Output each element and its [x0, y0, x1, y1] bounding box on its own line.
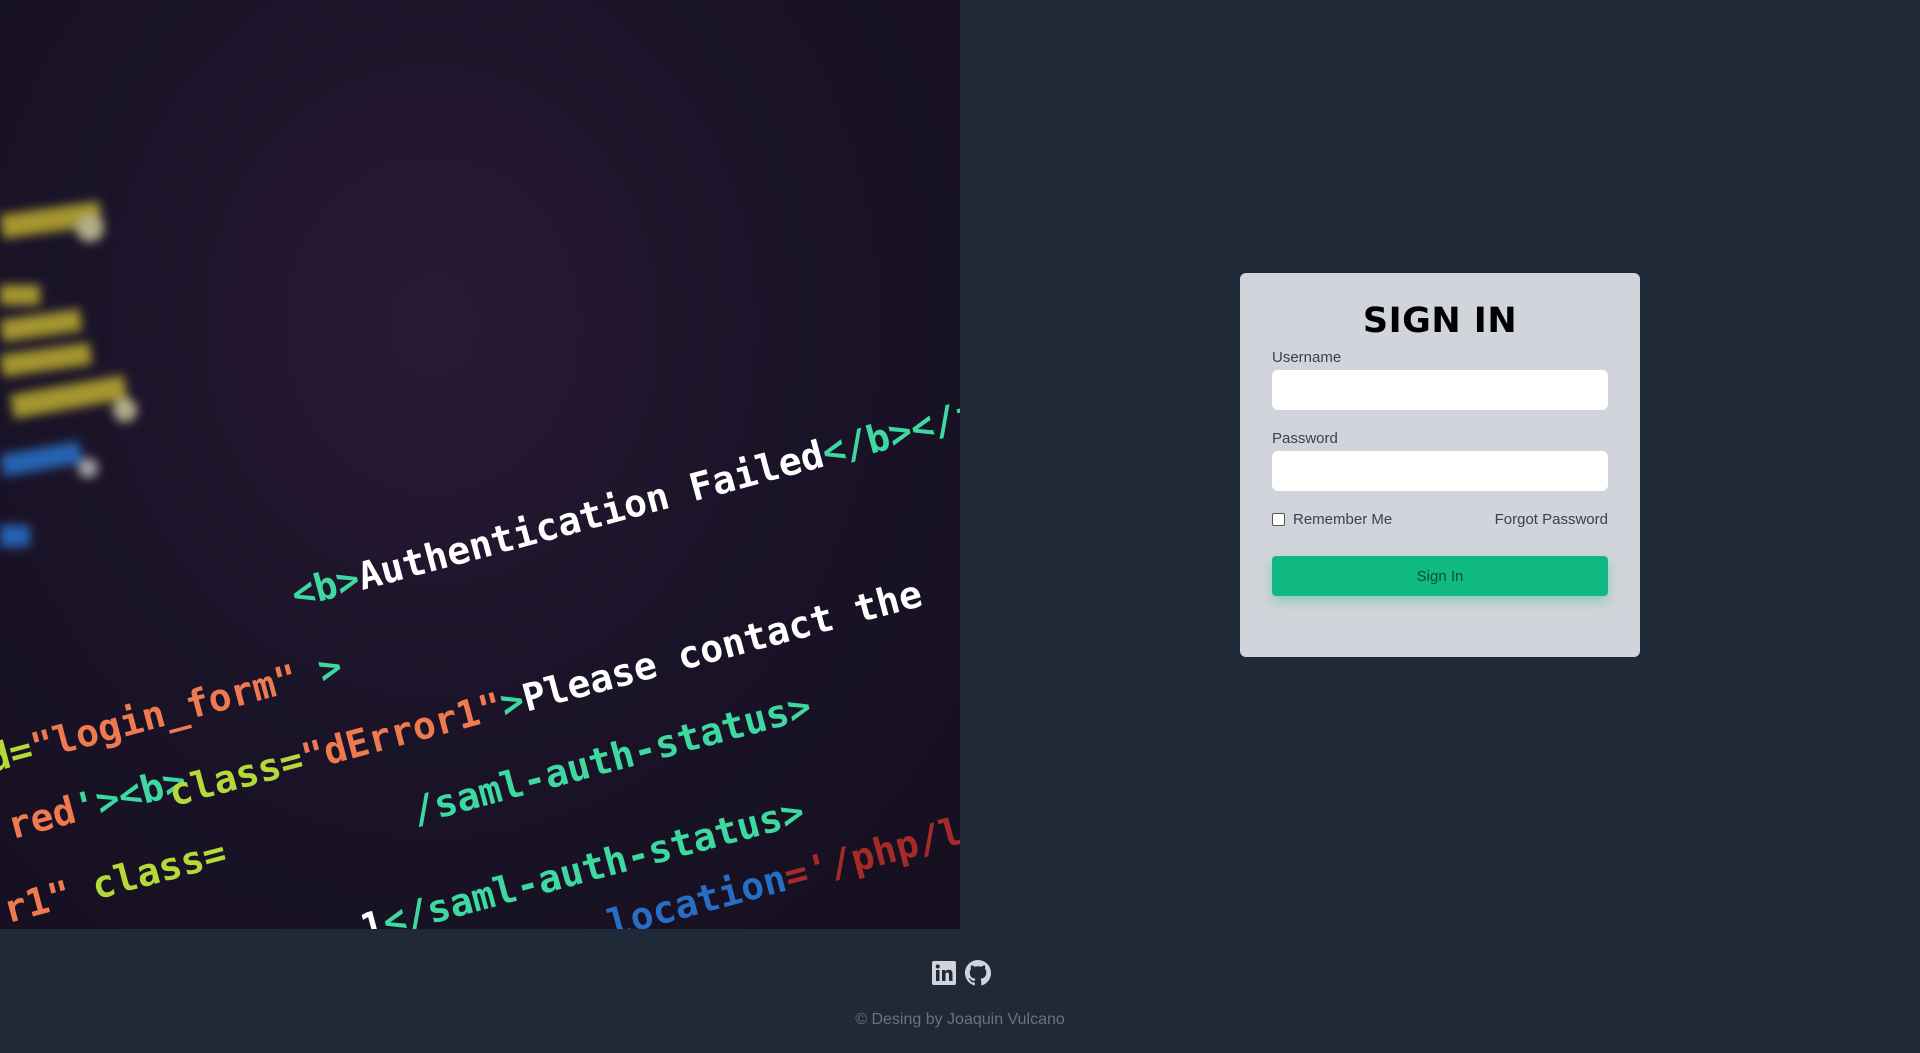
remember-me-option[interactable]: Remember Me [1272, 511, 1392, 528]
remember-me-checkbox[interactable] [1272, 513, 1285, 526]
username-input[interactable] [1272, 370, 1608, 410]
login-card: SIGN IN Username Password Remember Me Fo… [1240, 273, 1640, 657]
footer [0, 929, 1920, 1053]
sign-in-button[interactable]: Sign In [1272, 556, 1608, 596]
hero-image: id="login_form" > <b>Authentication Fail… [0, 0, 960, 929]
social-links [931, 960, 991, 986]
page-title: SIGN IN [1362, 301, 1518, 341]
github-icon[interactable] [965, 960, 991, 986]
password-label: Password [1272, 430, 1338, 447]
forgot-password-link[interactable]: Forgot Password [1495, 511, 1608, 528]
options-row: Remember Me Forgot Password [1272, 511, 1608, 528]
code-background-illustration: id="login_form" > <b>Authentication Fail… [0, 201, 960, 929]
svg-text:r1" class=: r1" class= [0, 830, 231, 929]
remember-me-label: Remember Me [1293, 511, 1393, 528]
password-input[interactable] [1272, 451, 1608, 491]
copyright-text: © Desing by Joaquin Vulcano [855, 1011, 1065, 1028]
username-label: Username [1272, 349, 1342, 366]
linkedin-icon[interactable] [931, 960, 957, 986]
svg-text:<b>Authentication Failed</b></: <b>Authentication Failed</b></f [287, 391, 960, 617]
